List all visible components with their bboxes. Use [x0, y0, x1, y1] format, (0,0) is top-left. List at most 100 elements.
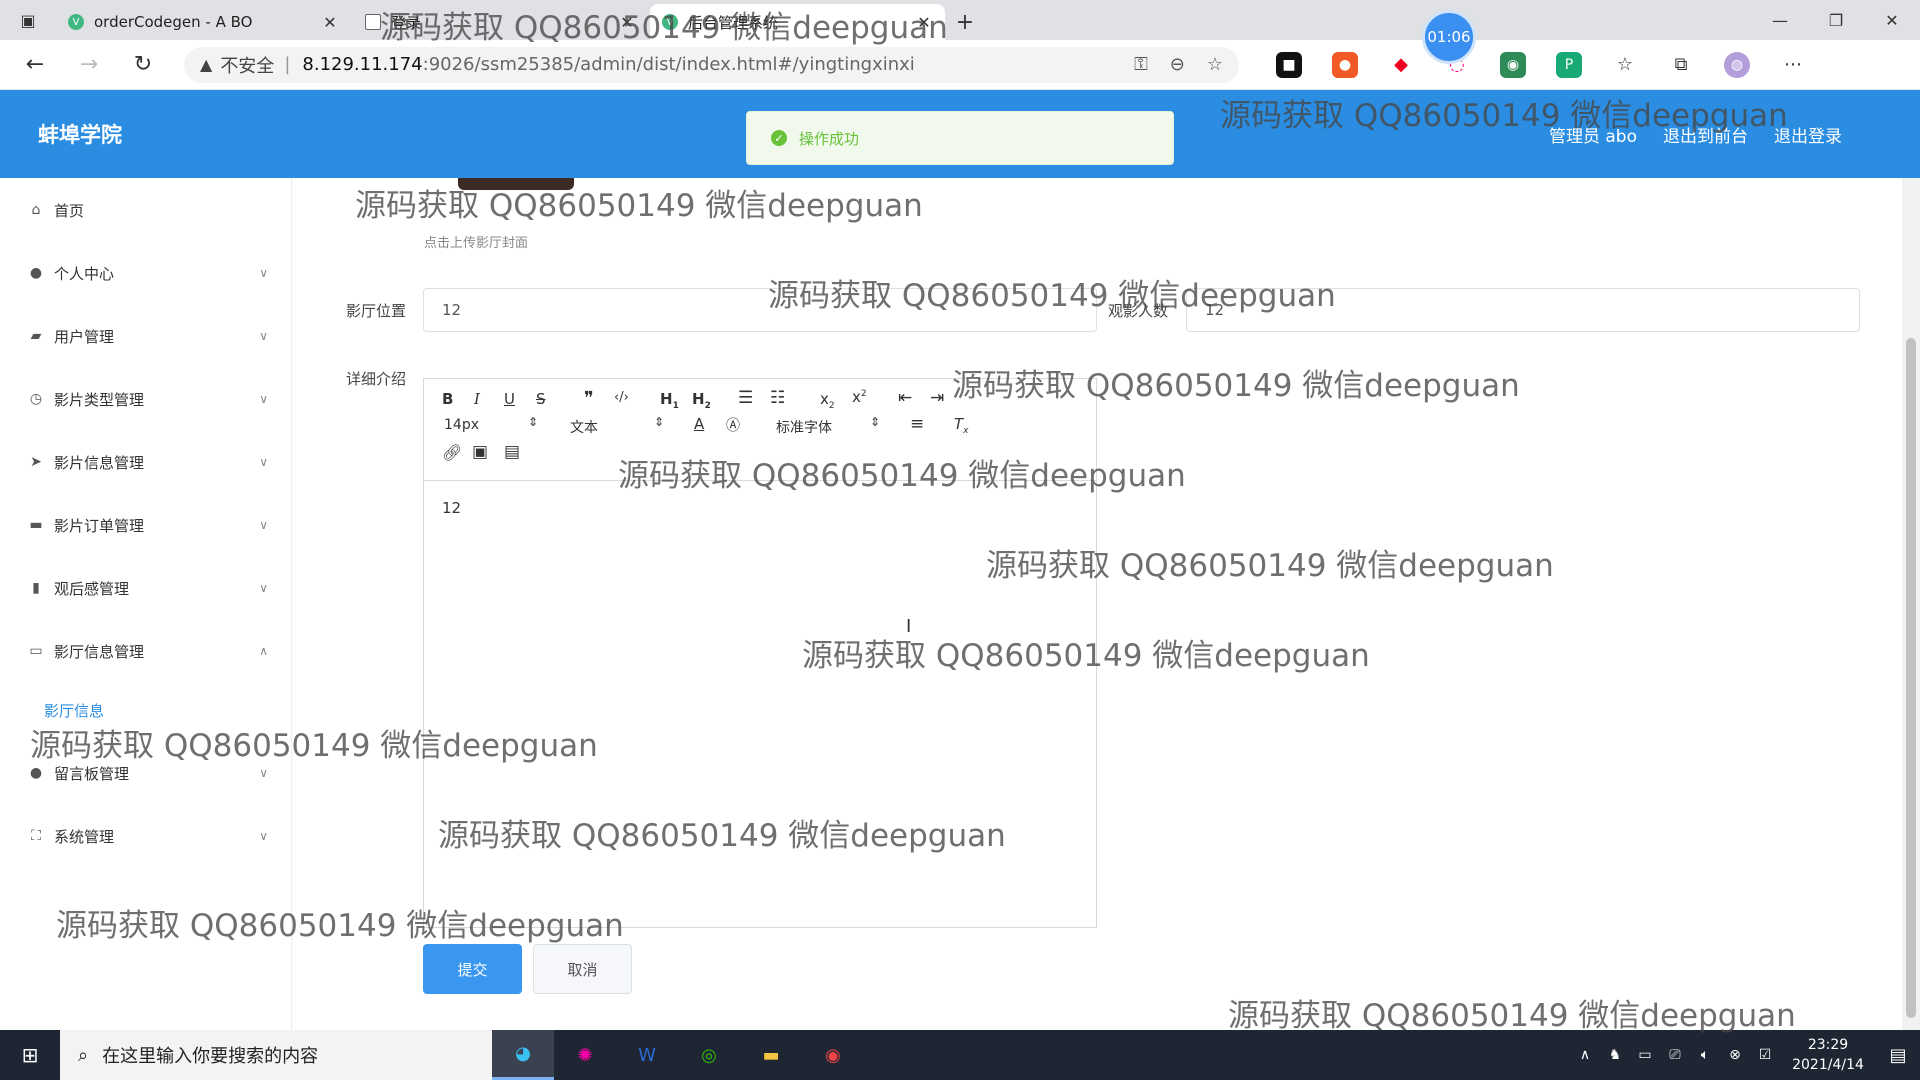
extension-icon[interactable]: ● — [1332, 51, 1358, 78]
battery-icon[interactable]: ▭ — [1630, 1047, 1660, 1063]
extension-icon[interactable]: ■ — [1276, 51, 1302, 78]
url-separator: | — [284, 54, 291, 75]
viewers-input[interactable]: 12 — [1186, 288, 1860, 332]
extension-icon[interactable]: ◆ — [1388, 51, 1414, 78]
chevron-down-icon: ∨ — [259, 766, 268, 780]
italic-icon[interactable]: I — [474, 390, 480, 408]
checkbox-icon[interactable]: ☑ — [1750, 1047, 1780, 1063]
network-icon[interactable]: ⎚ — [1660, 1047, 1690, 1063]
vue-icon: V — [662, 14, 678, 30]
superscript-icon[interactable]: x2 — [852, 388, 867, 406]
ordered-list-icon[interactable]: ☰ — [738, 388, 753, 408]
restore-icon[interactable]: ❐ — [1808, 0, 1864, 40]
sidebar-item-system[interactable]: ⛶ 系统管理 ∨ — [0, 816, 292, 856]
bullet-list-icon[interactable]: ☷ — [770, 388, 785, 408]
close-circle-icon[interactable]: ⊗ — [1720, 1047, 1750, 1063]
video-icon[interactable]: ▤ — [504, 442, 520, 462]
underline-icon[interactable]: U — [504, 390, 515, 408]
key-icon[interactable]: ⚿ — [1134, 54, 1148, 75]
close-window-icon[interactable]: ✕ — [1864, 0, 1920, 40]
quote-icon[interactable]: ❞ — [584, 388, 594, 409]
file-explorer-icon[interactable]: ▬ — [740, 1030, 802, 1080]
close-icon[interactable]: ✕ — [915, 13, 933, 32]
zoom-icon[interactable]: ⊖ — [1170, 54, 1185, 75]
close-icon[interactable]: ✕ — [321, 13, 339, 32]
qq-icon[interactable]: ♞ — [1600, 1047, 1630, 1063]
more-icon[interactable]: ⋯ — [1780, 51, 1806, 78]
indent-icon[interactable]: ⇥ — [930, 388, 944, 408]
tab-title: 后台管理系统 — [688, 13, 779, 32]
notification-icon[interactable]: ▤ — [1876, 1045, 1920, 1066]
strike-icon[interactable]: S — [536, 390, 546, 408]
heading1-icon[interactable]: H1 — [660, 390, 679, 411]
app-icon[interactable]: ✺ — [554, 1030, 616, 1080]
clear-format-icon[interactable]: Tx — [954, 415, 969, 436]
submit-button[interactable]: 提交 — [423, 944, 522, 994]
back-icon[interactable]: ← — [8, 40, 62, 90]
avatar[interactable]: ◍ — [1724, 51, 1750, 78]
align-icon[interactable]: ≡ — [910, 414, 924, 434]
sidebar-item-orders[interactable]: ▬ 影片订单管理 ∨ — [0, 505, 292, 545]
sidebar-item-users[interactable]: ▰ 用户管理 ∨ — [0, 316, 292, 356]
forward-icon[interactable]: → — [62, 40, 116, 90]
logout-link[interactable]: 退出登录 — [1774, 122, 1842, 147]
chrome-icon[interactable]: ◉ — [802, 1030, 864, 1080]
position-input[interactable]: 12 — [423, 288, 1097, 332]
sidebar-item-label: 影片订单管理 — [54, 516, 145, 535]
taskbar-search-placeholder: 在这里输入你要搜索的内容 — [102, 1046, 319, 1067]
volume-icon[interactable]: 🔈︎ — [1690, 1047, 1720, 1063]
browser-tab[interactable]: V orderCodegen - A BO ✕ — [56, 4, 351, 40]
collections-icon[interactable]: ⧉ — [1668, 51, 1694, 78]
close-icon[interactable]: ✕ — [618, 13, 636, 32]
system-clock[interactable]: 23:29 2021/4/14 — [1780, 1035, 1876, 1075]
extension-icon[interactable]: P — [1556, 51, 1582, 78]
sidebar-subitem-hall-info[interactable]: 影厅信息 — [44, 700, 104, 721]
wechat-icon[interactable]: ◎ — [678, 1030, 740, 1080]
sidebar-item-messages[interactable]: ● 留言板管理 ∨ — [0, 753, 292, 793]
font-color-icon[interactable]: A — [694, 415, 704, 433]
extension-icon[interactable]: ◉ — [1500, 51, 1526, 78]
cover-thumbnail[interactable] — [458, 178, 574, 190]
image-icon[interactable]: ▣ — [472, 442, 488, 462]
sidebar-item-reviews[interactable]: ▮ 观后感管理 ∨ — [0, 568, 292, 608]
font-family-select[interactable]: 标准字体 — [776, 417, 832, 437]
user-icon: ● — [29, 265, 43, 281]
text-style-select[interactable]: 文本 — [570, 417, 598, 437]
link-icon[interactable]: 🔗︎ — [442, 443, 462, 462]
font-size-select[interactable]: 14px — [444, 417, 479, 433]
to-front-link[interactable]: 退出到前台 — [1663, 122, 1748, 147]
sidebar-item-label: 观后感管理 — [54, 579, 130, 598]
sidebar-item-movie-types[interactable]: ◷ 影片类型管理 ∨ — [0, 379, 292, 419]
refresh-icon[interactable]: ↻ — [116, 40, 170, 90]
current-user: 管理员 abo — [1548, 126, 1637, 147]
tab-actions-icon[interactable]: ▣ — [0, 0, 56, 40]
new-tab-button[interactable]: + — [947, 4, 983, 40]
favorite-add-icon[interactable]: ☆ — [1207, 54, 1223, 75]
heading2-icon[interactable]: H2 — [692, 390, 711, 411]
code-icon[interactable]: ‹/› — [614, 390, 629, 405]
sidebar-item-profile[interactable]: ● 个人中心 ∨ — [0, 253, 292, 293]
word-icon[interactable]: W — [616, 1030, 678, 1080]
sidebar-item-movie-info[interactable]: ➤ 影片信息管理 ∨ — [0, 442, 292, 482]
background-color-icon[interactable]: Ⓐ — [726, 415, 740, 435]
cancel-button[interactable]: 取消 — [533, 944, 632, 994]
favorites-icon[interactable]: ☆ — [1612, 51, 1638, 78]
url-field[interactable]: ▲ 不安全 | 8.129.11.174 :9026/ssm25385/admi… — [184, 46, 1239, 83]
briefcase-icon: ▬ — [29, 517, 43, 533]
browser-tab-active[interactable]: V 后台管理系统 ✕ — [650, 4, 945, 40]
tray-expand-icon[interactable]: ∧ — [1570, 1047, 1600, 1063]
windows-start-icon[interactable]: ⊞ — [0, 1030, 60, 1080]
outdent-icon[interactable]: ⇤ — [898, 388, 912, 408]
chevron-down-icon: ∨ — [259, 829, 268, 843]
sidebar-item-halls[interactable]: ▭ 影厅信息管理 ∧ — [0, 631, 292, 671]
edge-icon[interactable]: ◕ — [492, 1030, 554, 1080]
sidebar-item-home[interactable]: ⌂ 首页 — [0, 190, 292, 230]
page-scrollbar[interactable] — [1902, 178, 1920, 1030]
subscript-icon[interactable]: x2 — [820, 390, 835, 411]
editor-content[interactable]: 12 — [442, 499, 461, 517]
browser-tab[interactable]: 登录 ✕ — [353, 4, 648, 40]
minimize-icon[interactable]: — — [1752, 0, 1808, 40]
bold-icon[interactable]: B — [442, 390, 453, 408]
taskbar-search[interactable]: ⌕ 在这里输入你要搜索的内容 — [60, 1030, 492, 1080]
scrollbar-thumb[interactable] — [1906, 338, 1916, 1018]
